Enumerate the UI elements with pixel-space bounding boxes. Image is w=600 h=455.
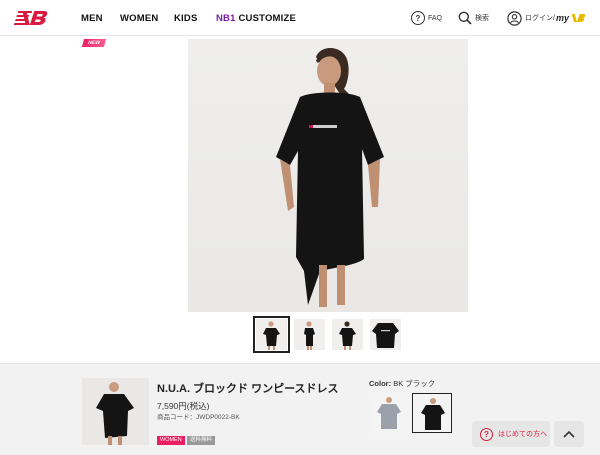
model-illustration (276, 48, 384, 307)
thumbnail-back-image (339, 321, 356, 350)
search-icon (458, 11, 472, 25)
product-name: N.U.A. ブロックド ワンピースドレス (157, 383, 339, 395)
search-button[interactable]: 検索 (458, 8, 489, 28)
product-code: 商品コード：JWDP0022-BK (157, 414, 240, 421)
thumbnail-side[interactable] (294, 319, 325, 350)
beginner-guide-button[interactable]: ? はじめての方へ (472, 421, 550, 447)
login-button[interactable]: ログイン/ my (507, 8, 585, 28)
nav-kids[interactable]: KIDS (174, 13, 198, 24)
my-label: my (555, 13, 569, 23)
new-badge: NEW (81, 39, 107, 47)
new-balance-logo[interactable] (14, 9, 54, 27)
my-nb-link[interactable]: my (556, 13, 585, 23)
thumbnail-flat[interactable] (370, 319, 401, 350)
question-icon: ? (411, 11, 425, 25)
tag-free-shipping: 送料無料 (187, 436, 216, 445)
site-header: MEN WOMEN KIDS NB1 CUSTOMIZE ? FAQ 検索 ログ… (0, 0, 600, 36)
beginner-guide-label: はじめての方へ (498, 431, 547, 438)
product-summary-illustration (96, 382, 134, 445)
login-label: ログイン/ (525, 15, 555, 22)
product-summary-image (82, 378, 149, 445)
nav-men[interactable]: MEN (81, 13, 103, 24)
thumbnail-flat-image (372, 323, 399, 348)
nav-women[interactable]: WOMEN (120, 13, 158, 24)
color-swatch-grey[interactable] (369, 393, 409, 433)
search-label: 検索 (475, 15, 489, 22)
chevron-up-icon (563, 430, 575, 438)
thumbnail-back[interactable] (332, 319, 363, 350)
help-question-icon: ? (480, 427, 493, 441)
scroll-to-top-button[interactable] (554, 421, 584, 447)
tag-women: WOMEN (157, 436, 185, 445)
faq-label: FAQ (428, 14, 443, 22)
color-selection-label: Color: BK ブラック (369, 378, 435, 389)
swatch-grey-image (369, 393, 409, 433)
customize-label: CUSTOMIZE (238, 13, 297, 24)
nb-mini-logo-icon (571, 14, 585, 22)
color-label-value: BK ブラック (393, 379, 436, 388)
color-swatch-black[interactable] (412, 393, 452, 433)
faq-button[interactable]: ? FAQ (411, 8, 442, 28)
main-product-image[interactable] (188, 39, 468, 312)
thumbnail-side-image (304, 321, 315, 350)
user-icon (507, 10, 522, 26)
nb1-label: NB1 (216, 13, 236, 24)
color-label-key: Color: (369, 379, 392, 388)
swatch-black-image (413, 394, 451, 432)
nav-nb1-customize[interactable]: NB1 CUSTOMIZE (216, 13, 296, 24)
thumbnail-front-image (263, 321, 280, 350)
thumbnail-front[interactable] (253, 316, 290, 353)
